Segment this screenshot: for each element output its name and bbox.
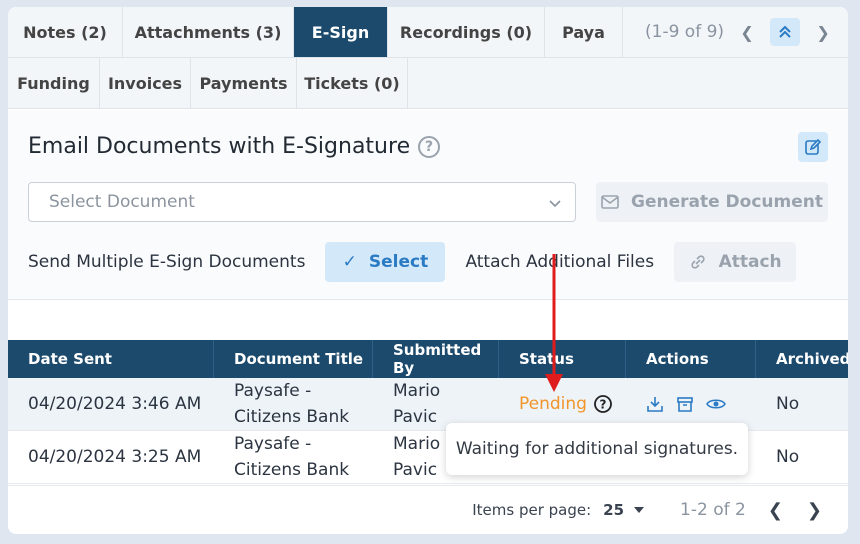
table-paginator: Items per page: 25 1-2 of 2 ❮ ❯ xyxy=(8,485,848,534)
eye-icon[interactable] xyxy=(706,395,726,413)
select-document-placeholder: Select Document xyxy=(49,192,195,212)
download-icon[interactable] xyxy=(646,395,664,413)
prev-page-icon[interactable]: ❮ xyxy=(768,500,783,521)
help-icon[interactable]: ? xyxy=(418,135,441,158)
select-button[interactable]: ✓ Select xyxy=(325,242,446,282)
cell-by-line2: Pavic xyxy=(393,460,438,480)
page-range: 1-2 of 2 xyxy=(680,500,746,520)
items-per-page-value: 25 xyxy=(603,501,625,519)
tab-funding[interactable]: Funding xyxy=(8,58,100,108)
generate-document-label: Generate Document xyxy=(631,192,823,212)
tab-recordings[interactable]: Recordings (0) xyxy=(388,7,545,57)
header-actions: Actions xyxy=(626,340,756,378)
tabs-row-1: Notes (2) Attachments (3) E-Sign Recordi… xyxy=(8,7,848,58)
cell-title: Paysafe - Citizens Bank xyxy=(214,378,373,430)
next-page-icon[interactable]: ❯ xyxy=(807,500,822,521)
tab-notes[interactable]: Notes (2) xyxy=(8,7,123,57)
cell-by-line2: Pavic xyxy=(393,407,438,427)
edit-button[interactable] xyxy=(798,132,828,162)
mail-icon xyxy=(601,195,619,209)
check-icon: ✓ xyxy=(342,252,357,272)
caret-down-icon xyxy=(634,507,645,513)
table-header: Date Sent Document Title Submitted By St… xyxy=(8,340,848,378)
status-tooltip: Waiting for additional signatures. xyxy=(446,423,748,475)
divider xyxy=(8,299,848,300)
items-per-page-label: Items per page: xyxy=(472,501,592,519)
cell-archived: No xyxy=(776,447,800,467)
attach-button[interactable]: Attach xyxy=(674,242,797,282)
cell-by-line1: Mario xyxy=(393,434,441,454)
tab-payments[interactable]: Payments xyxy=(191,58,297,108)
chevron-right-icon[interactable]: ❯ xyxy=(808,18,838,46)
esign-panel: Notes (2) Attachments (3) E-Sign Recordi… xyxy=(8,7,848,534)
status-badge: Pending xyxy=(519,394,587,414)
tabs-pager-text: (1-9 of 9) xyxy=(645,22,725,42)
archive-icon[interactable] xyxy=(676,395,694,413)
esign-content: Email Documents with E-Signature ? Selec… xyxy=(8,110,848,300)
cell-title-line1: Paysafe - xyxy=(234,381,312,401)
edit-icon xyxy=(805,138,822,155)
attach-button-label: Attach xyxy=(718,252,782,272)
cell-title: Paysafe - Citizens Bank xyxy=(214,431,373,483)
cell-title-line2: Citizens Bank xyxy=(234,460,350,480)
header-status[interactable]: Status xyxy=(499,340,626,378)
select-document-dropdown[interactable]: Select Document xyxy=(28,182,576,222)
link-icon xyxy=(690,255,705,269)
header-date-sent[interactable]: Date Sent xyxy=(8,340,214,378)
items-per-page-select[interactable]: 25 xyxy=(603,501,645,519)
page-title-text: Email Documents with E-Signature xyxy=(28,134,411,159)
chevron-left-icon[interactable]: ❮ xyxy=(732,18,762,46)
cell-archived: No xyxy=(776,394,800,414)
tab-esign[interactable]: E-Sign xyxy=(294,7,388,57)
cell-title-line2: Citizens Bank xyxy=(234,407,350,427)
svg-text:?: ? xyxy=(599,398,606,412)
cell-date: 04/20/2024 3:25 AM xyxy=(28,447,202,467)
cell-title-line1: Paysafe - xyxy=(234,434,312,454)
cell-date: 04/20/2024 3:46 AM xyxy=(28,394,202,414)
header-archived[interactable]: Archived xyxy=(756,340,848,378)
tab-invoices[interactable]: Invoices xyxy=(100,58,191,108)
generate-document-button[interactable]: Generate Document xyxy=(596,182,828,222)
tabs-row-2: Funding Invoices Payments Tickets (0) xyxy=(8,58,848,109)
tab-tickets[interactable]: Tickets (0) xyxy=(297,58,408,108)
chevron-double-up-icon[interactable] xyxy=(770,18,801,46)
attach-files-label: Attach Additional Files xyxy=(465,252,655,272)
help-circle-icon[interactable]: ? xyxy=(593,394,613,414)
esign-actions-row: Send Multiple E-Sign Documents ✓ Select … xyxy=(28,242,797,282)
page-title: Email Documents with E-Signature ? xyxy=(28,134,441,159)
tabs-pager: (1-9 of 9) ❮ ❯ xyxy=(623,7,838,57)
header-document-title[interactable]: Document Title xyxy=(214,340,373,378)
chevron-down-icon xyxy=(549,200,561,208)
tab-attachments[interactable]: Attachments (3) xyxy=(123,7,294,57)
cell-by-line1: Mario xyxy=(393,381,441,401)
header-submitted-by[interactable]: Submitted By xyxy=(373,340,499,378)
multi-esign-label: Send Multiple E-Sign Documents xyxy=(28,252,306,272)
tab-paya[interactable]: Paya xyxy=(545,7,623,57)
select-button-label: Select xyxy=(368,252,429,272)
